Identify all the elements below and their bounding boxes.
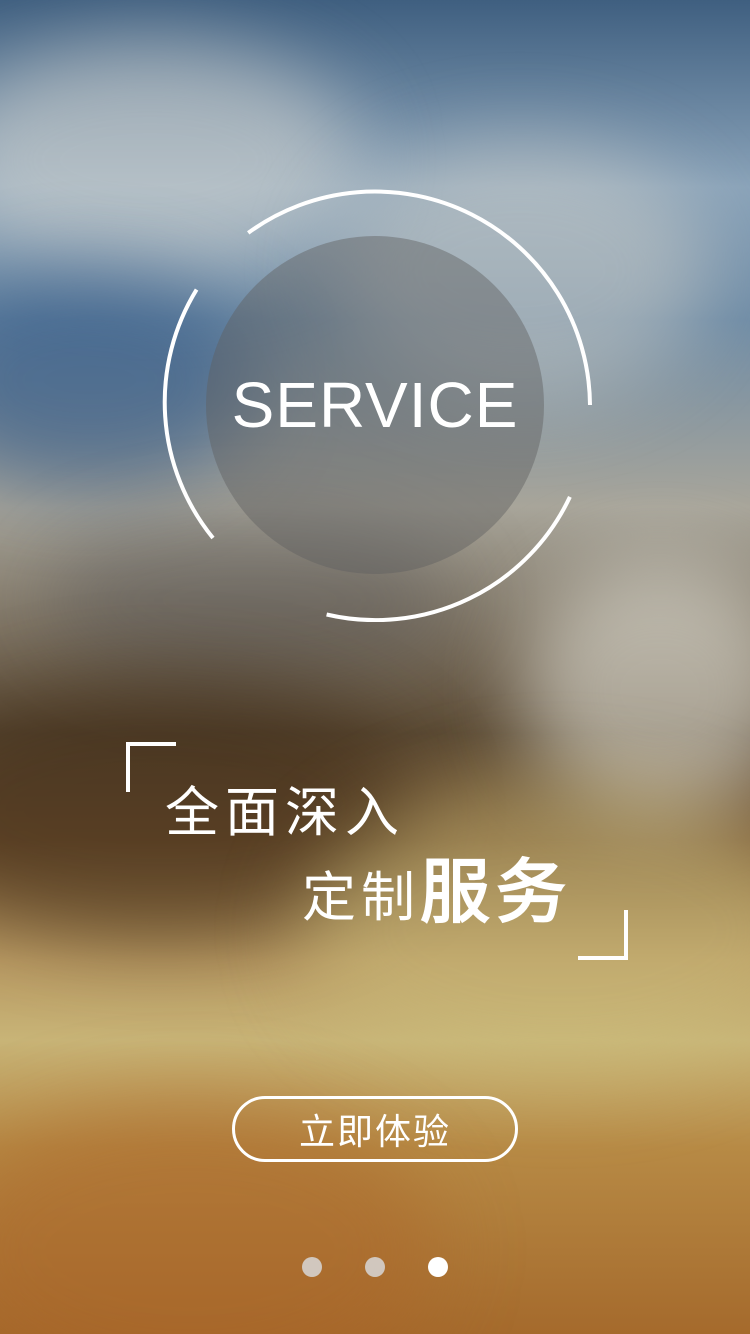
close-bracket-icon — [578, 910, 628, 960]
page-dot-3-active[interactable] — [428, 1257, 448, 1277]
page-dot-2[interactable] — [365, 1257, 385, 1277]
page-dot-1[interactable] — [302, 1257, 322, 1277]
logo-text: SERVICE — [231, 369, 519, 441]
service-logo: SERVICE — [158, 188, 592, 622]
tagline-light-text: 定制 — [302, 866, 420, 929]
tagline-line-1: 全面深入 — [165, 781, 405, 844]
tagline-line-2: 定制服务 — [302, 852, 572, 951]
page-indicator — [302, 1257, 448, 1277]
splash-screen: SERVICE 全面深入 定制服务 立即体验 — [0, 0, 750, 1334]
tagline-bold-text: 服务 — [420, 851, 572, 933]
try-now-button[interactable]: 立即体验 — [232, 1096, 518, 1162]
